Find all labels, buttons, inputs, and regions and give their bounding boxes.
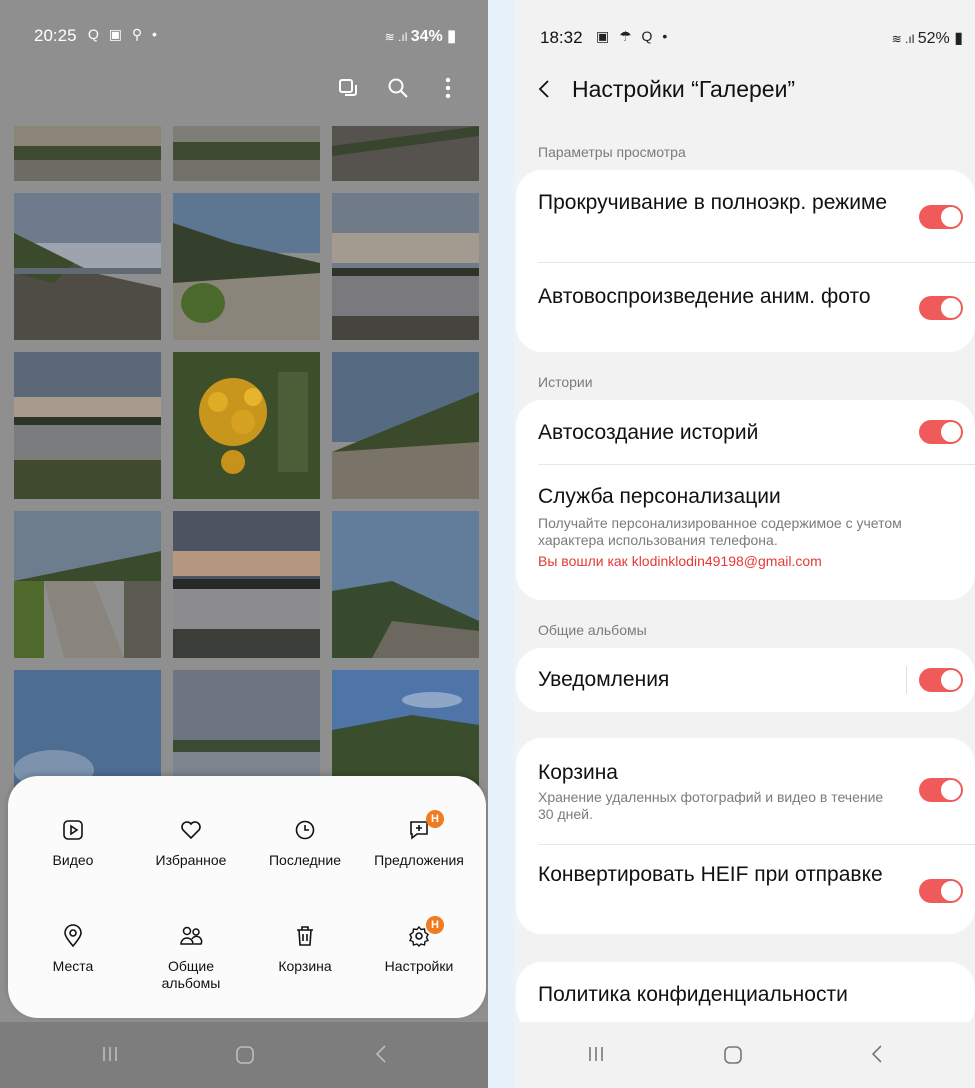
photo-thumbnail[interactable]: [173, 352, 320, 499]
section-header-stories: Истории: [538, 374, 593, 390]
back-icon[interactable]: [870, 1044, 884, 1064]
account-email: Вы вошли как klodinklodin49198@gmail.com: [538, 553, 822, 569]
menu-item-label: Корзина: [278, 958, 332, 974]
status-bar: 20:25 Q ▣ ⚲ • ≋ .ıl 34% ▮: [0, 0, 488, 70]
settings-card-view: Прокручивание в полноэкр. режиме Автовос…: [516, 170, 975, 352]
setting-privacy-policy[interactable]: Политика конфиденциальности: [538, 982, 975, 1007]
back-icon[interactable]: [538, 79, 560, 99]
settings-card-general: Корзина Хранение удаленных фотографий и …: [516, 738, 975, 934]
photo-thumbnail[interactable]: [332, 126, 479, 181]
setting-label: Уведомления: [538, 668, 670, 691]
menu-item-label: Места: [52, 958, 94, 974]
photo-thumbnail[interactable]: [332, 193, 479, 340]
trash-icon: [297, 926, 313, 946]
photo-thumbnail[interactable]: [173, 193, 320, 340]
setting-trash[interactable]: Корзина Хранение удаленных фотографий и …: [538, 760, 975, 823]
settings-header: Настройки “Галереи”: [538, 72, 795, 106]
photo-thumbnail[interactable]: [14, 126, 161, 181]
menu-item-video[interactable]: Видео: [18, 816, 128, 869]
menu-item-shared-albums[interactable]: Общие альбомы: [136, 922, 246, 992]
settings-card-shared: Уведомления: [516, 648, 975, 712]
photo-thumbnail[interactable]: [14, 352, 161, 499]
recent-apps-icon[interactable]: [100, 1044, 120, 1064]
gallery-toolbar: [336, 70, 460, 106]
menu-item-places[interactable]: Места: [18, 922, 128, 975]
navigation-bar: [514, 1022, 975, 1088]
select-icon[interactable]: [336, 76, 360, 100]
home-icon[interactable]: [234, 1044, 256, 1066]
battery-percent: ≋ .ıl 34% ▮: [384, 28, 456, 45]
setting-label: Политика конфиденциальности: [538, 983, 848, 1006]
setting-autoplay[interactable]: Автовоспроизведение аним. фото: [538, 284, 975, 309]
gallery-screen: 20:25 Q ▣ ⚲ • ≋ .ıl 34% ▮ Видео Избранно…: [0, 0, 488, 1088]
setting-notifications[interactable]: Уведомления: [538, 667, 975, 692]
home-icon[interactable]: [722, 1044, 744, 1066]
menu-item-settings[interactable]: Н Настройки: [364, 916, 474, 975]
toggle-autoplay[interactable]: [919, 296, 963, 320]
section-header-shared: Общие альбомы: [538, 622, 647, 638]
vertical-divider: [906, 666, 907, 694]
menu-item-label: Последние: [268, 852, 341, 868]
status-icons: ▣ ☂ Q •: [596, 28, 671, 44]
setting-description: Получайте персонализированное содержимое…: [538, 515, 902, 548]
photo-thumbnail[interactable]: [332, 511, 479, 658]
section-header-view: Параметры просмотра: [538, 144, 686, 160]
toggle-trash[interactable]: [919, 778, 963, 802]
toggle-autostories[interactable]: [919, 420, 963, 444]
new-badge: Н: [426, 916, 444, 934]
menu-sheet: Видео Избранное Последние Н Предложения …: [8, 776, 486, 1018]
setting-label: Автосоздание историй: [538, 421, 759, 444]
menu-item-label: Общие альбомы: [161, 958, 221, 991]
search-icon[interactable]: [386, 76, 410, 100]
status-time: 20:25: [34, 26, 77, 45]
settings-card-stories: Автосоздание историй Служба персонализац…: [516, 400, 975, 600]
setting-personalization[interactable]: Служба персонализации Получайте персонал…: [538, 484, 975, 569]
divider: [538, 464, 975, 465]
divider: [538, 262, 975, 263]
photo-thumbnail[interactable]: [173, 126, 320, 181]
new-badge: Н: [426, 810, 444, 828]
divider: [538, 844, 975, 845]
photo-thumbnail[interactable]: [173, 511, 320, 658]
photo-thumbnail[interactable]: [14, 193, 161, 340]
menu-item-recent[interactable]: Последние: [250, 816, 360, 869]
navigation-bar: [0, 1022, 488, 1088]
setting-label: Корзина: [538, 761, 618, 784]
menu-item-suggestions[interactable]: Н Предложения: [364, 810, 474, 869]
shared-albums-icon: [180, 926, 203, 945]
menu-item-trash[interactable]: Корзина: [250, 922, 360, 975]
back-icon[interactable]: [374, 1044, 388, 1064]
setting-label: Служба персонализации: [538, 485, 781, 508]
setting-label: Прокручивание в полноэкр. режиме: [538, 191, 888, 214]
setting-autostories[interactable]: Автосоздание историй: [538, 420, 975, 445]
heart-icon: [181, 821, 201, 840]
setting-label: Автовоспроизведение аним. фото: [538, 285, 871, 308]
menu-item-label: Избранное: [155, 852, 227, 868]
settings-screen: 18:32 ▣ ☂ Q • ≋ .ıl 52% ▮ Настройки “Гал…: [488, 0, 975, 1088]
video-icon: [63, 820, 83, 840]
divider-strip: [488, 0, 514, 1088]
setting-fullscreen-scroll[interactable]: Прокручивание в полноэкр. режиме: [538, 190, 975, 215]
status-icons: Q ▣ ⚲ •: [88, 26, 160, 42]
toggle-fullscreen[interactable]: [919, 205, 963, 229]
toggle-heif[interactable]: [919, 879, 963, 903]
photo-thumbnail[interactable]: [332, 352, 479, 499]
menu-item-label: Видео: [52, 852, 94, 868]
toggle-notifications[interactable]: [919, 668, 963, 692]
clock-icon: [295, 820, 315, 840]
menu-item-label: Предложения: [374, 852, 464, 868]
status-time: 18:32: [540, 28, 583, 47]
menu-item-label: Настройки: [384, 958, 454, 974]
setting-convert-heif[interactable]: Конвертировать HEIF при отправке: [538, 862, 975, 887]
menu-item-favorites[interactable]: Избранное: [136, 816, 246, 869]
setting-label: Конвертировать HEIF при отправке: [538, 863, 883, 886]
location-icon: [64, 924, 82, 948]
page-title: Настройки “Галереи”: [572, 75, 796, 102]
setting-description: Хранение удаленных фотографий и видео в …: [538, 789, 884, 822]
battery-percent: ≋ .ıl 52% ▮: [891, 30, 963, 47]
more-icon[interactable]: [436, 76, 460, 100]
photo-thumbnail[interactable]: [14, 511, 161, 658]
recent-apps-icon[interactable]: [586, 1044, 606, 1064]
